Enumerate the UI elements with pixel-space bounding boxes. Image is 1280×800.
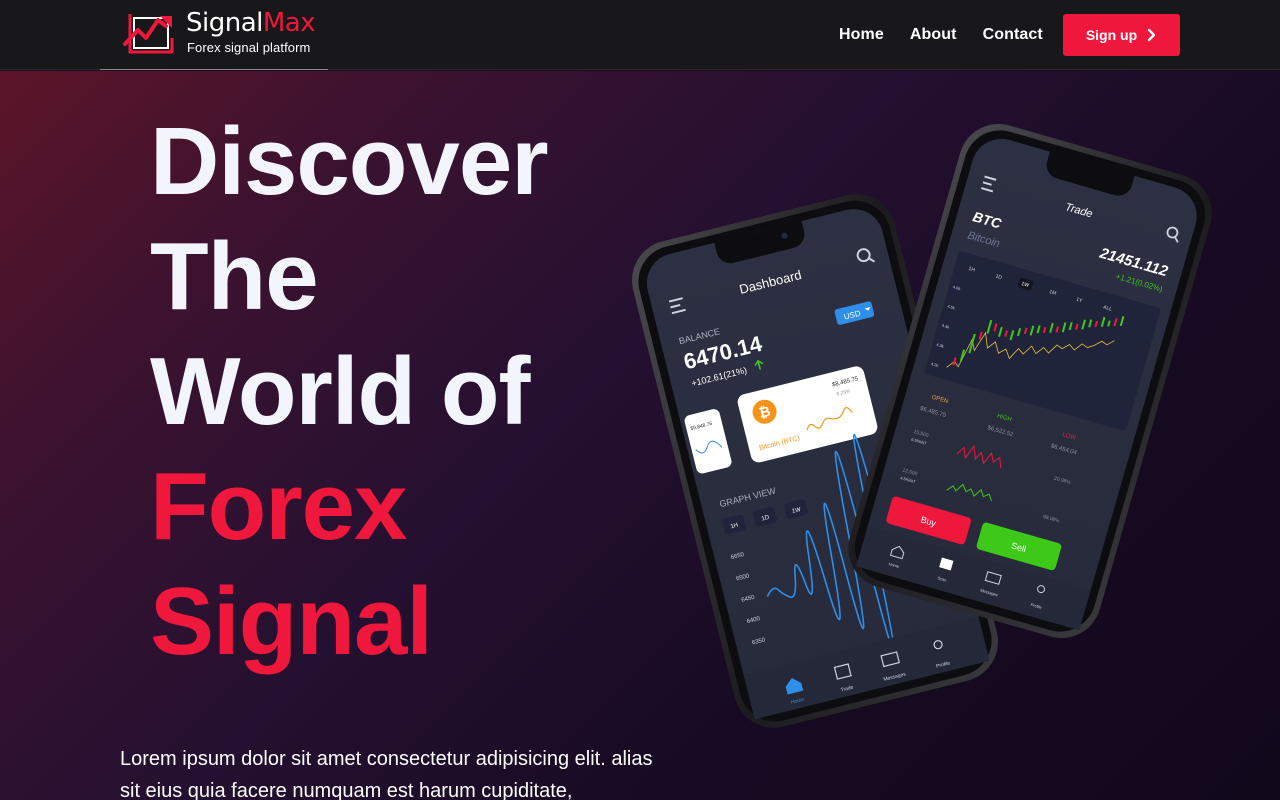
headline-line-1: Discover [150, 108, 549, 215]
headline-line-4: Forex [150, 453, 407, 560]
nav-link-home[interactable]: Home [839, 26, 884, 44]
brand-logo-link[interactable]: SignalMax Forex signal platform [100, 0, 328, 70]
brand-tagline: Forex signal platform [187, 40, 311, 55]
chevron-right-icon [1147, 28, 1156, 42]
brand-name-part1: Signal [186, 8, 263, 38]
hero-lead-text: Lorem ipsum dolor sit amet consectetur a… [120, 748, 653, 800]
hero-headline: Discover The World of Forex Signal [150, 104, 549, 679]
headline-line-3: World of [150, 338, 530, 445]
phones-illustration: Dashboard BALANCE 6470.14 +102.61(21%) U… [632, 123, 1212, 728]
trade-phone: Trade BTC Bitcoin 21451.112 +1.21(0.02%)… [848, 123, 1212, 639]
signup-button-label: Sign up [1085, 27, 1138, 43]
headline-line-5: Signal [150, 568, 433, 675]
nav-link-contact[interactable]: Contact [983, 26, 1043, 44]
chart-trend-logo-icon [123, 14, 174, 54]
signup-button[interactable]: Sign up [1063, 14, 1180, 56]
nav-link-about[interactable]: About [910, 26, 957, 44]
hero-section: Discover The World of Forex Signal Dashb… [0, 71, 1280, 800]
headline-line-2: The [150, 223, 319, 330]
brand-name: SignalMax [186, 7, 316, 39]
top-navbar: SignalMax Forex signal platform Home Abo… [0, 0, 1280, 70]
nav-links: Home About Contact [826, 0, 1056, 70]
brand-name-part2: Max [262, 8, 316, 38]
